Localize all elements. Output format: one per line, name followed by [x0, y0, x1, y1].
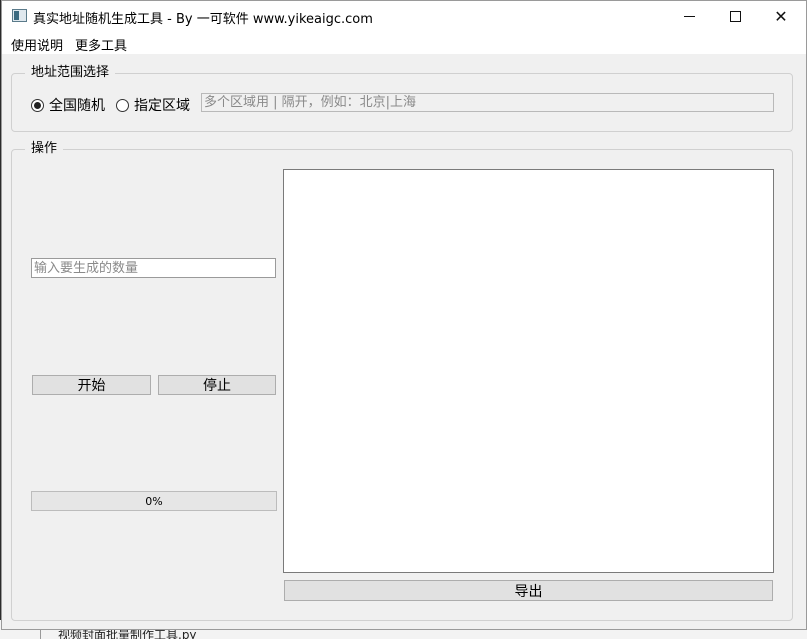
radio-nationwide-random[interactable]: 全国随机 [31, 95, 105, 115]
close-icon: ✕ [774, 6, 788, 26]
address-range-group-title: 地址范围选择 [25, 61, 116, 80]
output-text-area[interactable] [283, 169, 774, 573]
window-title: 真实地址随机生成工具 - By 一可软件 www.yikeaigc.com [33, 12, 373, 27]
export-button[interactable]: 导出 [284, 580, 773, 601]
menu-bar: 使用说明 更多工具 [2, 32, 806, 54]
close-button[interactable]: ✕ [758, 1, 804, 31]
region-input[interactable] [201, 93, 774, 112]
menu-item-usage[interactable]: 使用说明 [11, 35, 63, 54]
progress-bar: 0% [31, 491, 277, 511]
menu-item-more-tools[interactable]: 更多工具 [75, 35, 127, 54]
radio-region-label: 指定区域 [134, 98, 190, 114]
radio-specified-region[interactable]: 指定区域 [116, 95, 190, 115]
progress-text: 0% [145, 494, 163, 508]
stop-button[interactable]: 停止 [158, 375, 276, 395]
maximize-button[interactable] [712, 1, 758, 31]
maximize-icon [729, 10, 741, 22]
title-bar: 真实地址随机生成工具 - By 一可软件 www.yikeaigc.com ✕ [2, 1, 806, 32]
operation-group-title: 操作 [25, 137, 64, 156]
radio-nationwide-label: 全国随机 [49, 98, 105, 114]
quantity-input[interactable] [31, 258, 276, 278]
app-icon [12, 9, 27, 22]
radio-checked-icon [31, 98, 44, 112]
radio-unchecked-icon [116, 98, 129, 112]
minimize-icon [683, 15, 695, 17]
start-button[interactable]: 开始 [32, 375, 151, 395]
minimize-button[interactable] [666, 1, 712, 31]
